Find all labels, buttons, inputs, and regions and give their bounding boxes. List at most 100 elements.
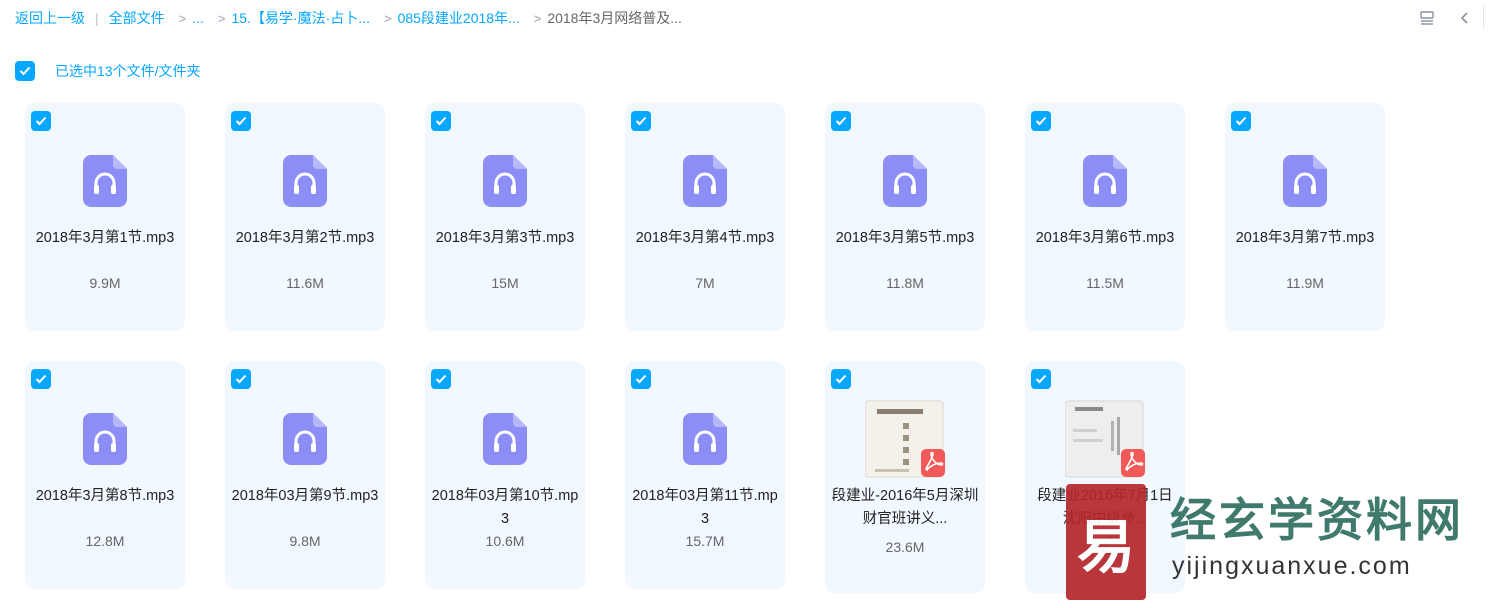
breadcrumb-item-ellipsis[interactable]: ... [192,10,204,26]
file-size: 11.8M [886,275,924,291]
file-card[interactable]: 2018年03月第11节.mp3 15.7M [625,361,785,589]
check-icon [1035,116,1047,126]
file-size: 7M [695,275,715,291]
breadcrumb: 返回上一级 | 全部文件 > ... > 15.【易学·魔法·占卜... > 0… [15,8,682,28]
file-name: 2018年3月第3节.mp3 [435,230,575,246]
file-checkbox[interactable] [631,369,651,389]
file-size: 12.8M [85,533,125,549]
check-icon [435,116,447,126]
file-card[interactable]: 2018年3月第1节.mp3 9.9M [25,103,185,331]
file-card[interactable]: 2018年3月第3节.mp3 15M [425,103,585,331]
select-all-checkbox[interactable] [15,61,35,81]
top-toolbar [1401,6,1491,30]
check-icon [835,116,847,126]
file-card[interactable]: 段建业2016年7月1日沈阳中级命... 2 [1025,361,1185,593]
file-name: 2018年03月第9节.mp3 [231,488,379,504]
file-size: 15M [491,275,519,291]
check-icon [235,374,247,384]
check-icon [835,374,847,384]
check-icon [1035,374,1047,384]
selection-bar: 已选中13个文件/文件夹 [15,61,200,81]
file-size: 23.6M [885,539,925,555]
chevron-right-icon: > [383,10,392,26]
chevron-left-icon [1460,12,1468,24]
check-icon [235,116,247,126]
file-checkbox[interactable] [1031,369,1051,389]
selection-count-text: 已选中13个文件/文件夹 [55,63,201,79]
file-checkbox[interactable] [431,111,451,131]
file-size: 11.6M [286,275,324,291]
file-card[interactable]: 2018年3月第7节.mp3 11.9M [1225,103,1385,331]
file-name: 2018年3月第7节.mp3 [1235,230,1375,246]
audio-file-icon [483,413,527,465]
file-name: 2018年3月第1节.mp3 [35,230,175,246]
file-size: 9.8M [289,533,321,549]
file-name: 2018年3月第4节.mp3 [635,230,775,246]
file-card[interactable]: 段建业-2016年5月深圳财官班讲义... 23.6M [825,361,985,593]
file-name: 2018年3月第2节.mp3 [235,230,375,246]
list-view-icon [1420,11,1434,25]
check-icon [635,374,647,384]
file-checkbox[interactable] [31,369,51,389]
audio-file-icon [83,155,127,207]
breadcrumb-item-folder-085[interactable]: 085段建业2018年... [398,8,520,28]
file-checkbox[interactable] [1031,111,1051,131]
audio-file-icon [683,413,727,465]
breadcrumb-separator: | [95,10,99,26]
breadcrumb-item-current: 2018年3月网络普及... [547,10,682,26]
file-name: 2018年3月第5节.mp3 [835,230,975,246]
chevron-right-icon: > [178,10,187,26]
file-size: 2 [1101,539,1109,555]
audio-file-icon [283,413,327,465]
file-checkbox[interactable] [31,111,51,131]
chevron-right-icon: > [217,10,226,26]
file-name: 2018年3月第8节.mp3 [35,488,175,504]
pdf-thumbnail-icon [1065,400,1145,478]
check-icon [35,374,47,384]
file-grid: 2018年3月第1节.mp3 9.9M 2018年3月第2节.mp3 11.6M… [25,103,1385,593]
file-checkbox[interactable] [231,369,251,389]
check-icon [1235,116,1247,126]
audio-file-icon [283,155,327,207]
chevron-right-icon: > [533,10,542,26]
check-icon [19,66,31,76]
file-name: 2018年03月第10节.mp3 [431,488,579,527]
file-card[interactable]: 2018年03月第9节.mp3 9.8M [225,361,385,589]
breadcrumb-item-all-files[interactable]: 全部文件 [109,8,165,28]
file-name: 段建业2016年7月1日沈阳中级命... [1037,488,1173,527]
collapse-panel-button[interactable] [1453,6,1477,30]
file-card[interactable]: 2018年3月第4节.mp3 7M [625,103,785,331]
audio-file-icon [1083,155,1127,207]
breadcrumb-item-folder-15[interactable]: 15.【易学·魔法·占卜... [232,8,370,28]
file-size: 11.5M [1086,275,1124,291]
audio-file-icon [83,413,127,465]
file-checkbox[interactable] [631,111,651,131]
check-icon [635,116,647,126]
check-icon [35,116,47,126]
audio-file-icon [1283,155,1327,207]
file-checkbox[interactable] [831,111,851,131]
file-size: 15.7M [685,533,725,549]
file-checkbox[interactable] [1231,111,1251,131]
view-mode-button[interactable] [1415,6,1439,30]
file-name: 段建业-2016年5月深圳财官班讲义... [831,488,979,527]
file-card[interactable]: 2018年3月第2节.mp3 11.6M [225,103,385,331]
pdf-thumbnail-icon [865,400,945,478]
file-name: 2018年3月第6节.mp3 [1035,230,1175,246]
file-card[interactable]: 2018年03月第10节.mp3 10.6M [425,361,585,589]
file-checkbox[interactable] [231,111,251,131]
side-panel-edge [1483,6,1491,30]
file-checkbox[interactable] [431,369,451,389]
file-card[interactable]: 2018年3月第5节.mp3 11.8M [825,103,985,331]
audio-file-icon [483,155,527,207]
file-card[interactable]: 2018年3月第6节.mp3 11.5M [1025,103,1185,331]
file-size: 11.9M [1286,275,1324,291]
file-name: 2018年03月第11节.mp3 [632,488,778,527]
back-button[interactable]: 返回上一级 [15,8,85,28]
file-size: 10.6M [485,533,525,549]
audio-file-icon [883,155,927,207]
file-card[interactable]: 2018年3月第8节.mp3 12.8M [25,361,185,589]
audio-file-icon [683,155,727,207]
file-size: 9.9M [89,275,121,291]
file-checkbox[interactable] [831,369,851,389]
